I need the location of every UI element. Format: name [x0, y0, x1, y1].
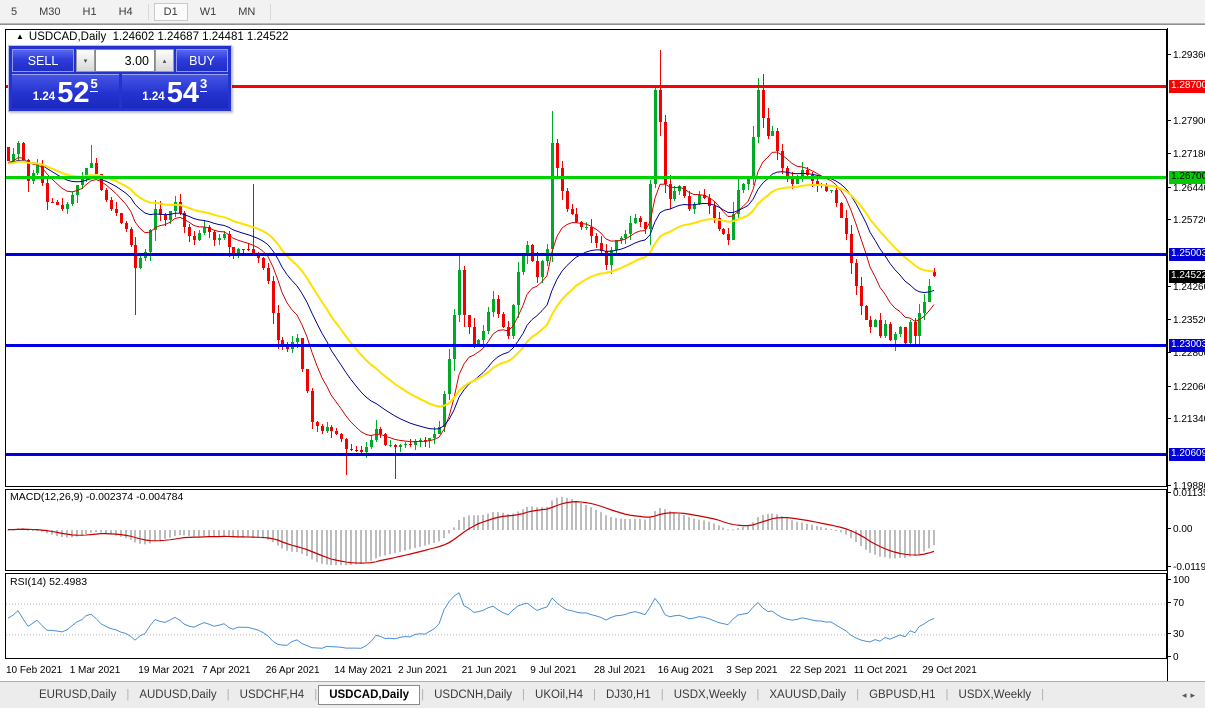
chart-ohlc-values: 1.24602 1.24687 1.24481 1.24522	[113, 31, 289, 43]
price-axis-tick: 1.26440	[1168, 183, 1205, 195]
date-axis-tick: 2 Jun 2021	[398, 665, 448, 676]
chart-tab-usdx[interactable]: USDX,Weekly	[665, 686, 756, 704]
volume-increase-button[interactable]: ▴	[155, 49, 174, 72]
chart-tab-usdcad[interactable]: USDCAD,Daily	[318, 685, 420, 705]
rsi-axis-tick: 0	[1168, 652, 1205, 664]
rsi-axis-tick: 30	[1168, 629, 1205, 641]
tab-scroll-arrows[interactable]: ◂▸	[1182, 690, 1199, 701]
date-axis-tick: 29 Oct 2021	[922, 665, 976, 676]
price-axis-tick: 1.23520	[1168, 315, 1205, 327]
sell-price-pip: 5	[90, 76, 97, 92]
sell-price-base: 1.24	[33, 91, 55, 103]
chart-symbol-label: USDCAD,Daily	[29, 31, 106, 43]
price-axis[interactable]: 1.29360 1.27900 1.27180 1.26440 1.25720 1.242…	[1167, 28, 1205, 683]
date-axis-tick: 1 Mar 2021	[70, 665, 121, 676]
chart-tab-bar: EURUSD,Daily|AUDUSD,Daily|USDCHF,H4|USDC…	[0, 681, 1205, 708]
chart-tab-usdx[interactable]: USDX,Weekly	[950, 686, 1041, 704]
price-axis-tick: 1.29360	[1168, 50, 1205, 62]
volume-input[interactable]: 3.00	[95, 49, 155, 72]
chart-title: ▲ USDCAD,Daily 1.24602 1.24687 1.24481 1.…	[16, 31, 289, 43]
chart-tab-eurusd[interactable]: EURUSD,Daily	[30, 686, 125, 704]
chart-tab-gbpusd[interactable]: GBPUSD,H1	[860, 686, 944, 704]
rsi-indicator-canvas[interactable]	[5, 573, 1167, 659]
timeframe-button-d1[interactable]: D1	[154, 3, 188, 21]
date-axis-tick: 19 Mar 2021	[138, 665, 194, 676]
timeframe-toolbar: 5M30H1H4 D1W1MN	[0, 0, 1205, 24]
chart-tab-dj30[interactable]: DJ30,H1	[597, 686, 660, 704]
date-axis-tick: 7 Apr 2021	[202, 665, 250, 676]
date-axis-tick: 28 Jul 2021	[594, 665, 646, 676]
level-price-badge: 1.25003	[1169, 248, 1205, 261]
sell-price-display[interactable]: 1.24 52 5	[12, 74, 119, 108]
one-click-trade-panel: SELL ▾ 3.00 ▴ BUY 1.24 52 5 1.24 54 3	[8, 45, 232, 112]
tab-separator: |	[1040, 689, 1045, 701]
level-price-badge: 1.23003	[1169, 339, 1205, 352]
sell-price-main: 52	[57, 80, 89, 106]
date-axis-tick: 16 Aug 2021	[658, 665, 714, 676]
rsi-axis-tick: 100	[1168, 575, 1205, 587]
chart-tab-audusd[interactable]: AUDUSD,Daily	[130, 686, 225, 704]
buy-price-base: 1.24	[142, 91, 164, 103]
timeframe-button-mn[interactable]: MN	[228, 3, 265, 21]
price-axis-tick: 1.27900	[1168, 116, 1205, 128]
timeframe-button-w1[interactable]: W1	[190, 3, 227, 21]
buy-price-display[interactable]: 1.24 54 3	[122, 74, 229, 108]
date-axis-tick: 22 Sep 2021	[790, 665, 847, 676]
buy-price-pip: 3	[200, 76, 207, 92]
rsi-label: RSI(14) 52.4983	[10, 576, 87, 588]
date-axis[interactable]: 10 Feb 2021 1 Mar 2021 19 Mar 2021 7 Apr 20…	[0, 661, 1167, 682]
macd-axis-tick: -0.01190	[1168, 562, 1205, 574]
chart-tab-ukoil[interactable]: UKOil,H4	[526, 686, 592, 704]
spin-up-icon: ▴	[163, 57, 167, 65]
date-axis-tick: 10 Feb 2021	[6, 665, 62, 676]
level-price-badge: 1.20609	[1169, 448, 1205, 461]
volume-decrease-button[interactable]: ▾	[76, 49, 95, 72]
price-axis-tick: 1.27180	[1168, 149, 1205, 161]
macd-axis-tick: 0.00	[1168, 524, 1205, 536]
date-axis-tick: 21 Jun 2021	[462, 665, 517, 676]
chart-tab-usdcnh[interactable]: USDCNH,Daily	[425, 686, 521, 704]
toolbar-separator	[270, 4, 271, 20]
date-axis-tick: 11 Oct 2021	[854, 665, 908, 676]
price-axis-tick: 1.25720	[1168, 215, 1205, 227]
date-axis-tick: 26 Apr 2021	[266, 665, 320, 676]
timeframe-button-h4[interactable]: H4	[109, 3, 143, 21]
trading-terminal: 5M30H1H4D1W1MN ▲USDCAD,Daily 1.24602 1.2…	[0, 0, 1205, 708]
timeframe-button-h1[interactable]: H1	[73, 3, 107, 21]
spin-down-icon: ▾	[84, 57, 88, 65]
level-price-badge: 1.26700	[1169, 171, 1205, 184]
buy-button[interactable]: BUY	[176, 49, 228, 72]
chart-tab-xauusd[interactable]: XAUUSD,Daily	[760, 686, 855, 704]
buy-price-main: 54	[167, 80, 199, 106]
level-price-badge: 1.28700	[1169, 80, 1205, 93]
chart-tab-usdchf[interactable]: USDCHF,H4	[231, 686, 314, 704]
price-axis-tick: 1.21340	[1168, 414, 1205, 426]
date-axis-tick: 3 Sep 2021	[726, 665, 777, 676]
rsi-axis-tick: 70	[1168, 598, 1205, 610]
chart-window: ▲ USDCAD,Daily 1.24602 1.24687 1.24481 1.…	[0, 24, 1205, 682]
macd-label: MACD(12,26,9) -0.002374 -0.004784	[10, 491, 183, 503]
collapse-icon[interactable]: ▲	[16, 32, 24, 41]
current-price-badge: 1.24522	[1169, 270, 1205, 283]
toolbar-separator	[148, 4, 149, 20]
macd-axis-tick: 0.01135	[1168, 488, 1205, 500]
date-axis-tick: 14 May 2021	[334, 665, 392, 676]
date-axis-tick: 9 Jul 2021	[530, 665, 576, 676]
price-axis-tick: 1.22060	[1168, 382, 1205, 394]
price-axis-tick: 1.24260	[1168, 282, 1205, 294]
sell-button[interactable]: SELL	[12, 49, 74, 72]
timeframe-button-m30[interactable]: M30	[29, 3, 70, 21]
timeframe-button-5[interactable]: 5	[1, 3, 27, 21]
tab-scroll-right-icon[interactable]: ▸	[1190, 690, 1199, 700]
